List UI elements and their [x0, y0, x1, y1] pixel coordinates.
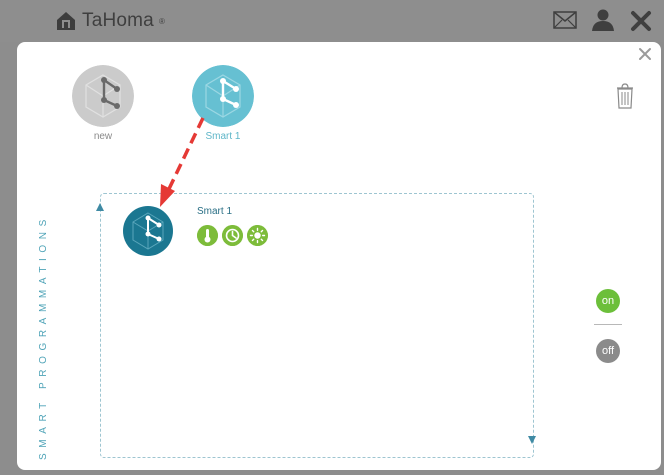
active-program-title: Smart 1 [197, 206, 233, 217]
house-icon [57, 12, 75, 30]
program-smart-1-icon [192, 65, 254, 127]
off-button[interactable]: off [596, 339, 620, 363]
active-program-icon[interactable] [123, 206, 173, 256]
on-button[interactable]: on [596, 289, 620, 313]
program-new-label: new [93, 131, 113, 142]
program-new-icon [72, 65, 134, 127]
close-icon[interactable] [630, 10, 652, 32]
brand: TaHoma ® [55, 10, 165, 32]
section-label: SMART PROGRAMMATIONS [38, 214, 49, 460]
program-smart-1[interactable]: Smart 1 [192, 65, 254, 142]
program-new[interactable]: new [72, 65, 134, 142]
trash-icon[interactable] [616, 83, 634, 109]
program-smart-1-label: Smart 1 [205, 131, 241, 142]
mail-icon[interactable] [553, 11, 577, 29]
app-name: TaHoma [82, 10, 154, 31]
scroll-down-arrow[interactable] [528, 436, 536, 444]
clock-icon [222, 225, 243, 246]
user-icon[interactable] [591, 9, 615, 31]
toggle-divider [594, 324, 622, 325]
scroll-up-arrow[interactable] [96, 203, 104, 211]
dialog-close-icon[interactable] [637, 46, 653, 62]
sun-icon [247, 225, 268, 246]
top-bar: TaHoma ® [0, 0, 664, 42]
thermometer-icon [197, 225, 218, 246]
registered-mark: ® [158, 16, 165, 26]
